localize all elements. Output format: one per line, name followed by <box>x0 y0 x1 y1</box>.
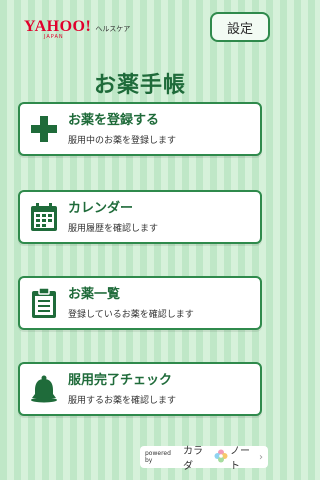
bell-icon <box>20 364 68 414</box>
menu-item-register[interactable]: お薬を登録する 服用中のお薬を登録します <box>18 102 262 156</box>
plus-icon <box>20 104 68 154</box>
clipboard-icon <box>20 278 68 328</box>
menu-description: 服用履歴を確認します <box>68 224 159 234</box>
menu-description: 服用するお薬を確認します <box>68 396 177 406</box>
menu-title: 服用完了チェック <box>68 373 173 388</box>
menu-description: 服用中のお薬を登録します <box>68 136 177 146</box>
calendar-icon <box>20 192 68 242</box>
menu-title: カレンダー <box>68 201 134 216</box>
menu-item-dose-check[interactable]: 服用完了チェック 服用するお薬を確認します <box>18 362 262 416</box>
powered-by-badge[interactable]: powered by カラダ ノート › <box>140 446 268 472</box>
page-title: お薬手帳 <box>93 73 186 98</box>
flower-logo-icon <box>214 449 228 465</box>
brand-left-text: カラダ <box>183 446 204 472</box>
chevron-right-icon: › <box>259 451 264 463</box>
menu-title: お薬を登録する <box>68 113 160 128</box>
app-header: YAHOO! ヘルスケア JAPAN 設定 お薬手帳 <box>0 10 280 98</box>
powered-by-label: powered by <box>145 450 171 464</box>
menu-description: 登録しているお薬を確認します <box>68 310 194 320</box>
menu-item-calendar[interactable]: カレンダー 服用履歴を確認します <box>18 190 262 244</box>
menu-title: お薬一覧 <box>68 287 121 302</box>
settings-button[interactable]: 設定 <box>210 12 270 42</box>
brand-right-text: ノート <box>230 446 251 472</box>
yahoo-healthcare-logo: YAHOO! ヘルスケア JAPAN <box>24 18 130 40</box>
logo-japan-text: JAPAN <box>44 34 64 40</box>
logo-healthcare-text: ヘルスケア <box>95 25 131 33</box>
menu-item-medicine-list[interactable]: お薬一覧 登録しているお薬を確認します <box>18 276 262 330</box>
